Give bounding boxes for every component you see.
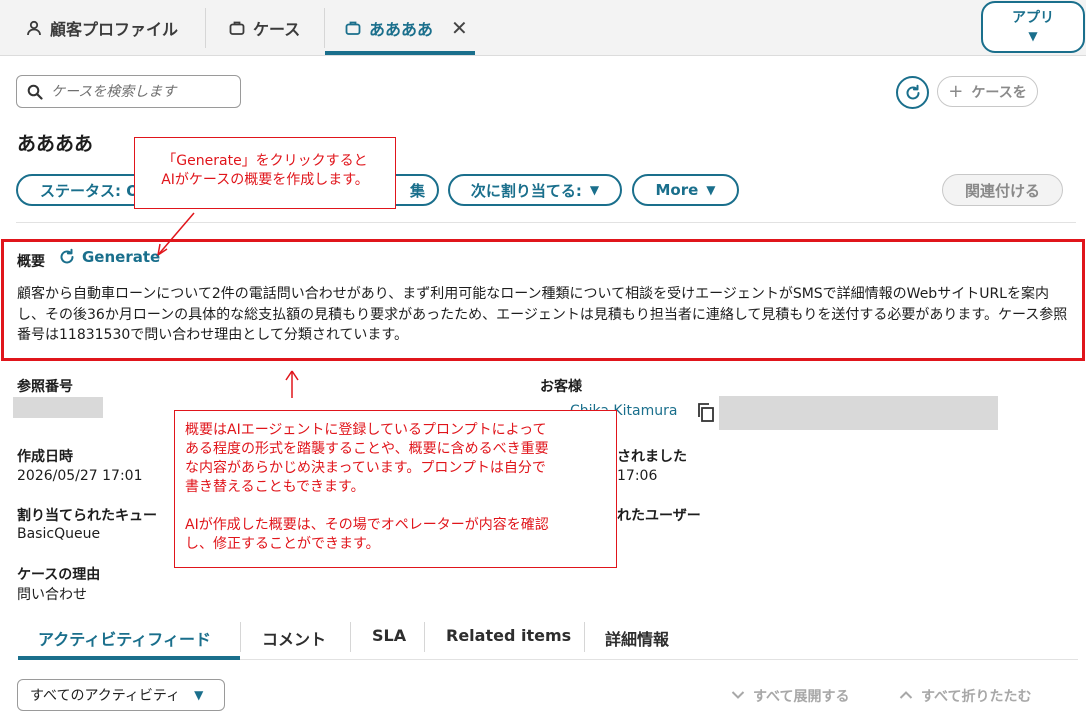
annotation-arrows: [157, 212, 299, 398]
arrow-to-summary: [285, 370, 299, 398]
arrow-to-generate: [157, 212, 195, 256]
